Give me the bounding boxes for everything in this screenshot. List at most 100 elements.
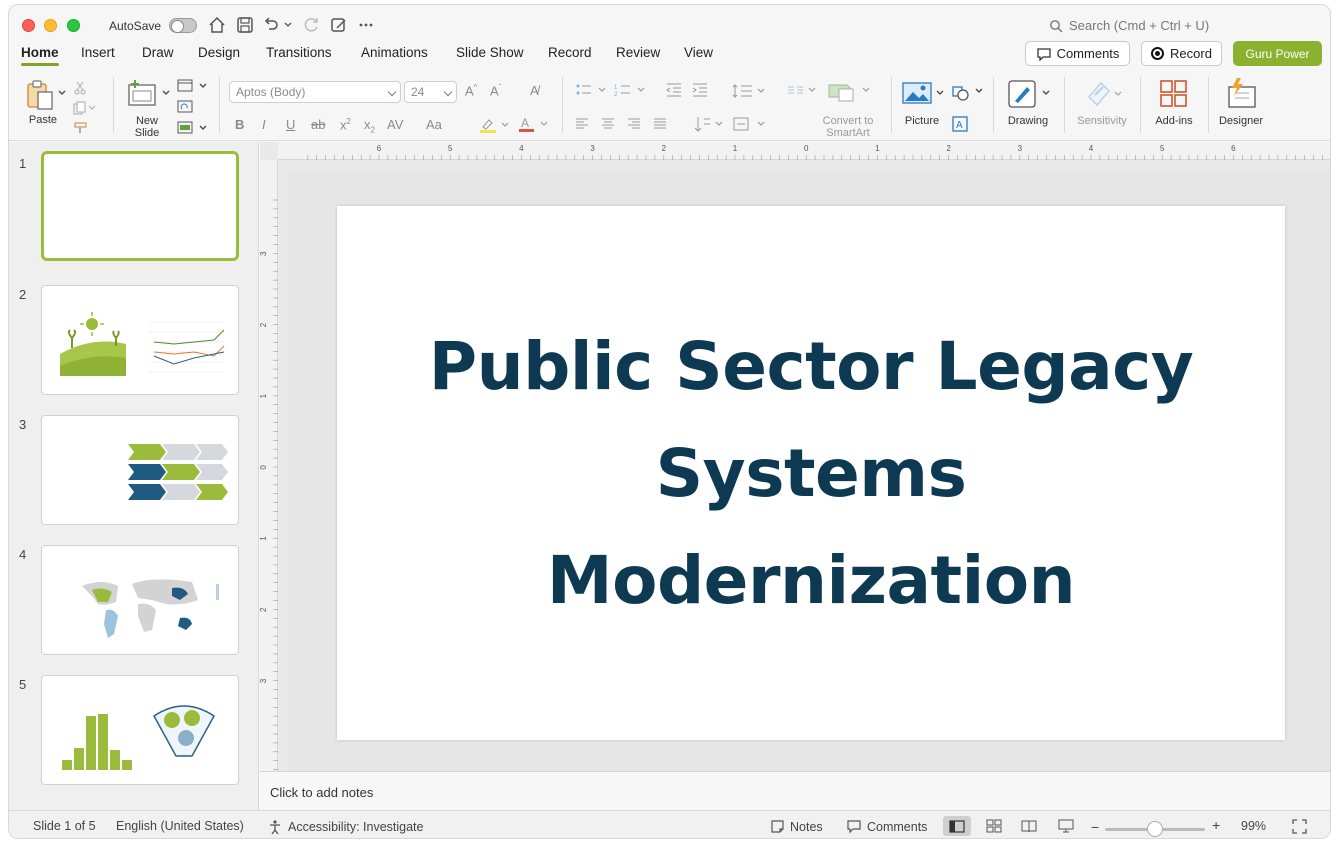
new-slide-dropdown-icon[interactable]	[162, 89, 170, 97]
tab-view[interactable]: View	[684, 45, 713, 60]
bullets-icon[interactable]	[575, 83, 607, 97]
autosave-toggle[interactable]	[169, 18, 197, 33]
columns-icon[interactable]	[787, 83, 817, 97]
designer-icon[interactable]	[1225, 77, 1259, 109]
change-case-icon[interactable]: Aa	[426, 117, 442, 132]
slide-thumbnail-5[interactable]	[41, 675, 239, 785]
layout-icon[interactable]	[177, 79, 207, 93]
zoom-window-button[interactable]	[67, 19, 80, 32]
slide-thumbnail-1[interactable]	[41, 151, 239, 261]
decrease-indent-icon[interactable]	[666, 83, 682, 97]
slide-editor[interactable]: 6 5 4 3 2 1 0 1 2 3 4 5 6 3 2 1 0 1 2 3 Public Sector Lega…	[259, 142, 1330, 771]
highlight-icon[interactable]	[479, 117, 509, 133]
home-icon[interactable]	[207, 15, 227, 35]
justify-icon[interactable]	[653, 117, 667, 131]
slide-show-button[interactable]	[1052, 816, 1080, 836]
increase-indent-icon[interactable]	[692, 83, 708, 97]
zoom-percentage[interactable]: 99%	[1241, 819, 1266, 833]
redo-icon[interactable]	[302, 15, 322, 35]
undo-icon[interactable]	[261, 15, 281, 35]
clear-formatting-icon[interactable]: A̸	[530, 83, 539, 98]
slide-thumbnail-2[interactable]	[41, 285, 239, 395]
smartart-icon[interactable]	[827, 79, 871, 103]
line-spacing-icon[interactable]	[732, 83, 766, 99]
save-icon[interactable]	[235, 15, 255, 35]
slide-title[interactable]: Public Sector Legacy Systems Modernizati…	[411, 313, 1211, 634]
tab-insert[interactable]: Insert	[81, 45, 115, 60]
subscript-icon[interactable]: x2	[364, 117, 375, 135]
normal-view-button[interactable]	[943, 816, 971, 836]
sensitivity-icon[interactable]	[1083, 79, 1123, 109]
font-size-select[interactable]: 24	[404, 81, 457, 103]
font-color-icon[interactable]: A	[518, 116, 548, 133]
text-direction-icon[interactable]	[694, 115, 724, 133]
tab-slide-show[interactable]: Slide Show	[456, 45, 524, 60]
notes-toggle[interactable]: Notes	[770, 819, 823, 834]
tab-transitions[interactable]: Transitions	[266, 45, 332, 60]
textbox-icon[interactable]: A	[951, 115, 969, 133]
zoom-in-button[interactable]: +	[1212, 817, 1220, 833]
fit-to-window-button[interactable]	[1292, 819, 1307, 834]
increase-font-icon[interactable]: A^	[465, 83, 477, 98]
section-icon[interactable]	[177, 121, 207, 135]
numbering-icon[interactable]: 12	[614, 83, 646, 97]
character-spacing-icon[interactable]: AV	[387, 117, 403, 132]
paste-dropdown-icon[interactable]	[58, 89, 66, 97]
customize-icon[interactable]	[329, 15, 349, 35]
tab-review[interactable]: Review	[616, 45, 660, 60]
svg-text:2: 2	[614, 92, 618, 97]
drawing-icon[interactable]	[1007, 79, 1039, 109]
font-name-select[interactable]: Aptos (Body)	[229, 81, 401, 103]
align-left-icon[interactable]	[575, 117, 589, 131]
zoom-slider-thumb[interactable]	[1147, 821, 1163, 837]
align-center-icon[interactable]	[601, 117, 615, 131]
record-button[interactable]: Record	[1141, 41, 1222, 66]
picture-icon[interactable]	[902, 81, 932, 105]
language-indicator[interactable]: English (United States)	[116, 819, 244, 833]
guru-power-button[interactable]: Guru Power	[1233, 41, 1322, 66]
fit-window-icon	[1292, 819, 1307, 834]
slide-title-line-2: Systems	[655, 434, 967, 512]
slide-thumbnail-4[interactable]	[41, 545, 239, 655]
more-icon[interactable]	[356, 15, 376, 35]
comments-toggle[interactable]: Comments	[846, 819, 927, 834]
tab-draw[interactable]: Draw	[142, 45, 174, 60]
notes-pane[interactable]: Click to add notes	[260, 771, 1330, 809]
tab-animations[interactable]: Animations	[361, 45, 428, 60]
decrease-font-icon[interactable]: Aˇ	[490, 83, 501, 98]
strikethrough-icon[interactable]: ab	[311, 117, 325, 132]
paste-icon[interactable]	[25, 79, 57, 111]
italic-icon[interactable]: I	[262, 117, 266, 132]
align-text-icon[interactable]	[732, 115, 766, 133]
drawing-dropdown-icon[interactable]	[1042, 89, 1050, 97]
tab-design[interactable]: Design	[198, 45, 240, 60]
align-right-icon[interactable]	[627, 117, 641, 131]
addins-icon[interactable]	[1159, 79, 1189, 109]
new-slide-icon[interactable]	[127, 79, 159, 109]
minimize-window-button[interactable]	[44, 19, 57, 32]
tab-home[interactable]: Home	[21, 45, 59, 66]
slide-sorter-button[interactable]	[980, 816, 1008, 836]
undo-dropdown-icon[interactable]	[283, 15, 293, 35]
bold-icon[interactable]: B	[235, 117, 244, 132]
format-painter-icon[interactable]	[73, 121, 89, 135]
slide-thumbnail-3[interactable]	[41, 415, 239, 525]
reading-view-button[interactable]	[1015, 816, 1043, 836]
tab-record[interactable]: Record	[548, 45, 592, 60]
shapes-icon[interactable]	[951, 83, 985, 103]
superscript-icon[interactable]: x2	[340, 117, 351, 132]
underline-icon[interactable]: U	[286, 117, 295, 132]
picture-dropdown-icon[interactable]	[936, 89, 944, 97]
cut-icon[interactable]	[73, 81, 87, 95]
accessibility-status[interactable]: Accessibility: Investigate	[267, 819, 423, 835]
close-window-button[interactable]	[22, 19, 35, 32]
copy-icon[interactable]	[73, 101, 95, 115]
comments-button[interactable]: Comments	[1025, 41, 1130, 66]
slide-thumbnail-panel[interactable]: 1 2 3 4 5	[9, 142, 259, 810]
slide-4-preview	[82, 579, 219, 638]
zoom-out-button[interactable]: −	[1091, 819, 1099, 835]
reset-icon[interactable]	[177, 100, 193, 114]
convert-smartart-label-2: SmartArt	[826, 127, 870, 139]
current-slide[interactable]: Public Sector Legacy Systems Modernizati…	[337, 206, 1285, 740]
search-box[interactable]: Search (Cmd + Ctrl + U)	[1049, 18, 1209, 33]
